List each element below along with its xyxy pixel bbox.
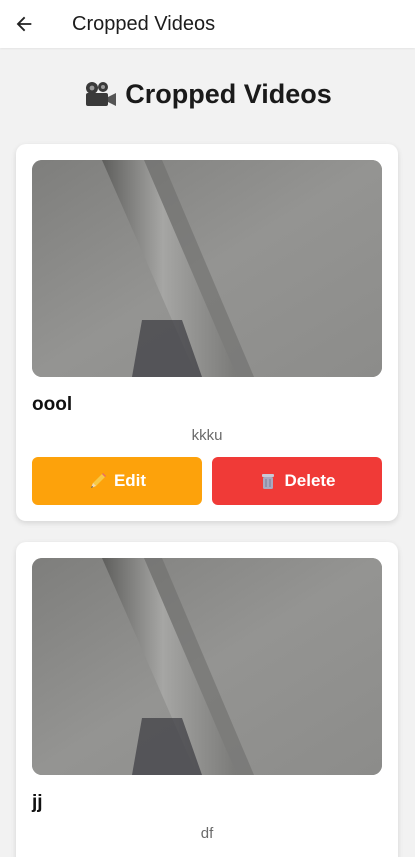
video-title: jj	[32, 792, 43, 813]
video-list-screen[interactable]: Cropped Videos oool kkku Edit Delete jj …	[0, 48, 415, 857]
app-bar-title: Cropped Videos	[72, 12, 216, 35]
video-card[interactable]: jj df	[16, 542, 398, 857]
video-title: oool	[32, 394, 73, 415]
pencil-icon	[90, 473, 106, 488]
page-title-text: Cropped Videos	[125, 78, 332, 109]
video-thumbnail[interactable]	[32, 558, 382, 775]
page-title: Cropped Videos	[0, 76, 415, 112]
edit-button[interactable]: Edit	[32, 457, 202, 505]
video-description: df	[200, 825, 214, 842]
edit-button-label: Edit	[113, 471, 147, 490]
video-description: kkku	[191, 427, 223, 444]
card-actions: Edit Delete	[32, 457, 382, 505]
trash-icon	[262, 474, 275, 489]
arrow-left-icon	[16, 16, 32, 32]
delete-button-label: Delete	[284, 471, 336, 490]
video-thumbnail[interactable]	[32, 160, 382, 377]
delete-button[interactable]: Delete	[212, 457, 382, 505]
app-bar: Cropped Videos	[0, 0, 415, 48]
back-button[interactable]	[0, 0, 48, 48]
video-card[interactable]: oool kkku Edit Delete	[16, 144, 398, 521]
movie-camera-icon	[86, 82, 117, 106]
